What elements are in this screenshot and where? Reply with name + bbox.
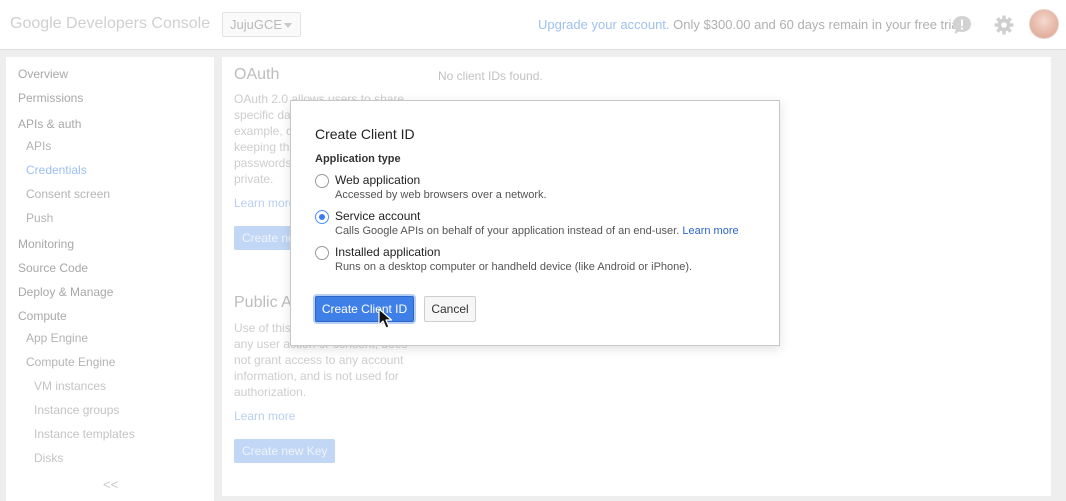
mouse-cursor-icon [378,308,393,329]
project-selector[interactable]: JujuGCE [222,12,301,37]
dialog-title: Create Client ID [315,126,415,142]
radio-service-account[interactable] [315,210,329,224]
oauth-learn-more-link[interactable]: Learn more [234,196,295,210]
project-name: JujuGCE [230,17,283,32]
collapse-sidebar-button[interactable]: << [103,477,118,492]
sidebar-item-deploy-manage[interactable]: Deploy & Manage [18,285,113,299]
console-logo[interactable]: Google Developers Console [10,15,210,33]
sidebar-item-vm-instances[interactable]: VM instances [34,379,106,393]
brand-google: Google [10,15,62,32]
oauth-title: OAuth [234,66,280,83]
service-account-learn-more-link[interactable]: Learn more [682,225,738,237]
sidebar-item-push[interactable]: Push [26,211,53,225]
option-description: Runs on a desktop computer or handheld d… [335,261,693,273]
option-web-application[interactable]: Web application Accessed by web browsers… [315,172,765,204]
option-description: Calls Google APIs on behalf of your appl… [335,225,739,237]
create-new-key-button[interactable]: Create new Key [234,439,336,463]
create-client-id-submit-button[interactable]: Create Client ID [315,296,414,322]
option-title: Installed application [335,245,441,259]
sidebar-item-compute-engine[interactable]: Compute Engine [26,355,115,369]
top-bar: Google Developers Console JujuGCE Upgrad… [0,0,1066,50]
feedback-icon[interactable] [951,14,973,36]
trial-notice: Upgrade your account. Only $300.00 and 6… [538,17,965,32]
option-description: Accessed by web browsers over a network. [335,189,547,201]
chevron-down-icon [284,23,292,28]
gear-icon[interactable] [993,14,1015,36]
sidebar-item-disks[interactable]: Disks [34,451,63,465]
sidebar-item-monitoring[interactable]: Monitoring [18,237,74,251]
sidebar: Overview Permissions APIs & auth APIs Cr… [6,57,214,501]
sidebar-item-consent-screen[interactable]: Consent screen [26,187,110,201]
option-description-text: Calls Google APIs on behalf of your appl… [335,225,680,237]
option-title: Service account [335,209,421,223]
sidebar-item-apis[interactable]: APIs [26,139,51,153]
upgrade-account-link[interactable]: Upgrade your account. [538,17,670,32]
application-type-label: Application type [315,153,401,165]
create-client-id-dialog: Create Client ID Application type Web ap… [290,100,780,346]
sidebar-item-instance-templates[interactable]: Instance templates [34,427,135,441]
sidebar-item-overview[interactable]: Overview [18,67,68,81]
brand-product: Developers Console [66,15,211,32]
sidebar-item-app-engine[interactable]: App Engine [26,331,88,345]
sidebar-item-source-code[interactable]: Source Code [18,261,88,275]
avatar[interactable] [1029,9,1059,39]
no-client-ids-message: No client IDs found. [438,69,543,83]
cancel-button[interactable]: Cancel [424,296,476,322]
option-installed-application[interactable]: Installed application Runs on a desktop … [315,244,765,276]
sidebar-item-permissions[interactable]: Permissions [18,91,83,105]
sidebar-item-apis-auth[interactable]: APIs & auth [18,117,81,131]
trial-text: Only $300.00 and 60 days remain in your … [673,17,966,32]
radio-installed-application[interactable] [315,246,329,260]
sidebar-item-instance-groups[interactable]: Instance groups [34,403,119,417]
sidebar-item-credentials[interactable]: Credentials [26,163,87,177]
radio-web-application[interactable] [315,174,329,188]
public-api-learn-more-link[interactable]: Learn more [234,409,295,423]
option-service-account[interactable]: Service account Calls Google APIs on beh… [315,208,765,240]
option-title: Web application [335,173,421,187]
sidebar-item-compute[interactable]: Compute [18,309,67,323]
